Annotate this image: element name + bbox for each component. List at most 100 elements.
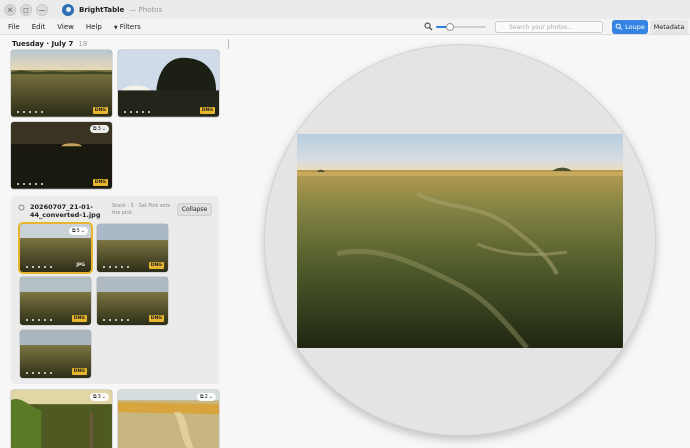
restore-window-button[interactable]: ◻ [20, 3, 32, 16]
rating-star[interactable] [17, 183, 19, 185]
rating-star[interactable] [115, 319, 117, 321]
rating-star[interactable] [44, 372, 46, 374]
chevron-down-icon: ⌄ [101, 126, 106, 132]
photo-thumbnail[interactable]: DNG [97, 277, 168, 325]
rating-stars[interactable] [124, 111, 150, 113]
app-subtitle: — Photos [129, 5, 163, 14]
rating-stars[interactable] [26, 266, 52, 268]
rating-star[interactable] [29, 183, 31, 185]
rating-star[interactable] [32, 372, 34, 374]
rating-star[interactable] [127, 266, 129, 268]
rating-star[interactable] [50, 266, 52, 268]
stack-count-badge[interactable]: ⧉ 3 ⌄ [90, 125, 109, 133]
rating-stars[interactable] [103, 266, 129, 268]
stack-icon: ⧉ [93, 394, 97, 400]
rating-stars[interactable] [26, 372, 52, 374]
rating-star[interactable] [121, 319, 123, 321]
stack-count-badge[interactable]: ⧉ 3 ⌄ [90, 393, 109, 401]
rating-star[interactable] [103, 319, 105, 321]
loupe-button[interactable]: Loupe [612, 20, 648, 34]
menu-view[interactable]: View [57, 23, 74, 31]
rating-star[interactable] [121, 266, 123, 268]
rating-star[interactable] [29, 111, 31, 113]
rating-star[interactable] [127, 319, 129, 321]
menu-edit[interactable]: Edit [32, 23, 46, 31]
stack-icon: ⧉ [93, 126, 97, 132]
rating-star[interactable] [103, 266, 105, 268]
rating-star[interactable] [136, 111, 138, 113]
raw-badge: DNG [148, 315, 164, 322]
photo-thumbnail[interactable]: DNG [20, 330, 91, 378]
photo-thumbnail[interactable]: ⧉ 2 ⌄ [118, 390, 219, 448]
rating-stars[interactable] [17, 183, 43, 185]
rating-star[interactable] [115, 266, 117, 268]
chevron-down-icon: ⌄ [208, 394, 213, 400]
rating-star[interactable] [38, 372, 40, 374]
rating-stars[interactable] [26, 319, 52, 321]
rating-star[interactable] [148, 111, 150, 113]
search-input[interactable] [495, 21, 603, 33]
rating-star[interactable] [38, 319, 40, 321]
rating-star[interactable] [23, 111, 25, 113]
photo-thumbnail-selected[interactable]: ⧉ 5 ⌄ JPG [20, 224, 91, 272]
close-icon: × [7, 5, 13, 14]
stack-count: 5 [76, 228, 80, 234]
menu-bar: File Edit View Help ▼Filters Loupe Metad… [0, 19, 690, 35]
photo-thumbnail[interactable]: ⧉ 3 ⌄ DNG [11, 122, 112, 189]
rating-star[interactable] [130, 111, 132, 113]
rating-star[interactable] [50, 372, 52, 374]
zoom-slider[interactable] [436, 23, 486, 31]
rating-star[interactable] [23, 183, 25, 185]
stack-title: 20260707_21-01-44_converted-1.jpg [30, 203, 101, 219]
rating-star[interactable] [142, 111, 144, 113]
rating-star[interactable] [124, 111, 126, 113]
rating-star[interactable] [109, 266, 111, 268]
photo-grid-sidebar: Tuesday · July 7 18 DNG DNG ⧉ 3 ⌄ DNG 20… [0, 35, 228, 448]
rating-star[interactable] [26, 319, 28, 321]
minimize-window-button[interactable]: — [36, 3, 48, 16]
rating-star[interactable] [35, 183, 37, 185]
rating-star[interactable] [44, 266, 46, 268]
menu-file[interactable]: File [8, 23, 20, 31]
rating-stars[interactable] [103, 319, 129, 321]
photo-thumbnail[interactable]: DNG [97, 224, 168, 272]
expanded-stack-panel: 20260707_21-01-44_converted-1.jpg Stack … [11, 196, 219, 384]
zoom-slider-handle[interactable] [446, 23, 454, 31]
date-count: 18 [78, 40, 88, 48]
photo-thumbnail[interactable]: ⧉ 3 ⌄ [11, 390, 112, 448]
filters-menu[interactable]: ▼ Filters [114, 23, 141, 31]
chevron-down-icon: ⌄ [101, 394, 106, 400]
rating-star[interactable] [35, 111, 37, 113]
stack-description: Stack · 5 · Set Pick sets the pick [112, 203, 171, 216]
app-logo-icon [62, 3, 74, 16]
stack-icon [18, 204, 25, 211]
photo-thumbnail[interactable]: DNG [118, 50, 219, 117]
rating-star[interactable] [26, 372, 28, 374]
collapse-button[interactable]: Collapse [177, 203, 212, 216]
raw-badge: DNG [199, 107, 215, 114]
stack-count-badge[interactable]: ⧉ 2 ⌄ [197, 393, 216, 401]
rating-stars[interactable] [17, 111, 43, 113]
rating-star[interactable] [44, 319, 46, 321]
rating-star[interactable] [109, 319, 111, 321]
rating-star[interactable] [38, 266, 40, 268]
menu-help[interactable]: Help [86, 23, 102, 31]
rating-star[interactable] [41, 111, 43, 113]
photo-thumbnail[interactable]: DNG [20, 277, 91, 325]
date-header: Tuesday · July 7 18 [12, 40, 87, 48]
rating-star[interactable] [26, 266, 28, 268]
metadata-button[interactable]: Metadata [650, 20, 688, 34]
rating-star[interactable] [32, 319, 34, 321]
restore-icon: ◻ [23, 5, 29, 14]
loupe-magnifier[interactable] [265, 45, 655, 435]
rating-star[interactable] [17, 111, 19, 113]
stack-count: 3 [97, 394, 101, 400]
rating-star[interactable] [32, 266, 34, 268]
photo-thumbnail[interactable]: DNG [11, 50, 112, 117]
rating-star[interactable] [41, 183, 43, 185]
close-window-button[interactable]: × [4, 3, 16, 16]
stack-count-badge[interactable]: ⧉ 5 ⌄ [69, 227, 88, 235]
raw-badge: DNG [71, 368, 87, 375]
rating-star[interactable] [50, 319, 52, 321]
minimize-icon: — [38, 5, 46, 14]
